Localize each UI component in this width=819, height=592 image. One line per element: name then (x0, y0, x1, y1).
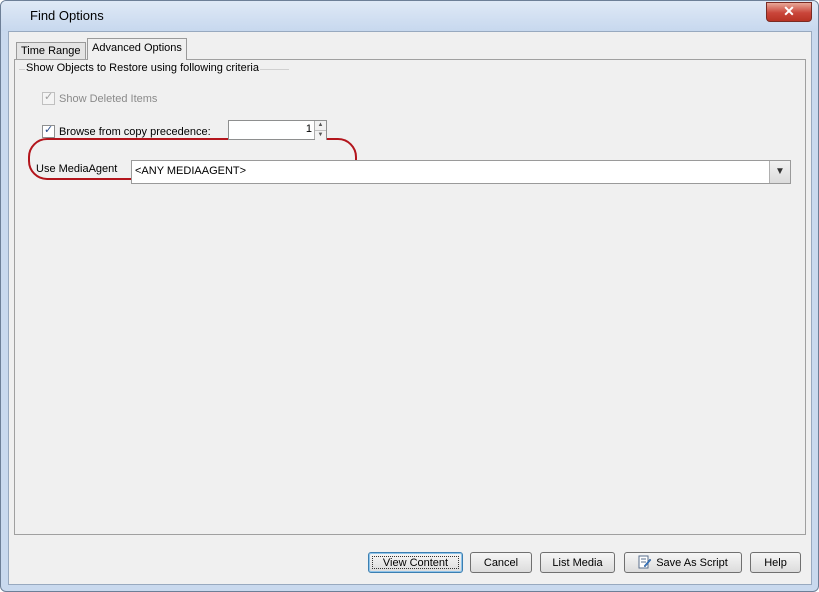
chevron-down-icon[interactable]: ▼ (769, 161, 790, 183)
browse-copy-label: Browse from copy precedence: (59, 125, 211, 138)
show-deleted-row: ✓ Show Deleted Items (42, 91, 158, 105)
spinner-buttons: ▲ ▼ (314, 121, 326, 140)
save-as-script-label: Save As Script (656, 557, 728, 569)
show-deleted-checkbox[interactable]: ✓ (42, 91, 55, 105)
spin-up-icon[interactable]: ▲ (315, 121, 326, 131)
help-button[interactable]: Help (750, 552, 801, 573)
cancel-button[interactable]: Cancel (470, 552, 532, 573)
checkbox-tick-icon: ✓ (44, 124, 54, 136)
title-bar[interactable]: Find Options ✕ (1, 1, 818, 31)
save-as-script-button[interactable]: Save As Script (624, 552, 742, 573)
view-content-button[interactable]: View Content (368, 552, 463, 573)
mediaagent-select[interactable]: <ANY MEDIAAGENT> ▼ (131, 160, 791, 184)
copy-precedence-value[interactable]: 1 (306, 123, 312, 135)
close-icon: ✕ (783, 3, 795, 19)
criteria-group-title: Show Objects to Restore using following … (25, 62, 260, 74)
window-title: Find Options (30, 8, 104, 23)
dialog-body: Time Range Advanced Options Show Objects… (8, 31, 812, 585)
close-button[interactable]: ✕ (766, 2, 812, 22)
browse-copy-row: ✓ Browse from copy precedence: (42, 124, 211, 138)
checkbox-tick-icon: ✓ (44, 91, 54, 103)
tab-advanced-options[interactable]: Advanced Options (87, 38, 187, 60)
find-options-window: Find Options ✕ Time Range Advanced Optio… (0, 0, 819, 592)
tab-time-range[interactable]: Time Range (16, 42, 86, 59)
script-icon (638, 555, 652, 569)
show-deleted-label: Show Deleted Items (59, 92, 158, 105)
browse-copy-checkbox[interactable]: ✓ (42, 124, 55, 138)
use-mediaagent-label: Use MediaAgent (36, 163, 118, 175)
focus-ring (372, 556, 459, 569)
list-media-button[interactable]: List Media (540, 552, 615, 573)
spin-down-icon[interactable]: ▼ (315, 131, 326, 140)
advanced-options-panel: Show Objects to Restore using following … (14, 59, 806, 535)
copy-precedence-spinner[interactable]: 1 ▲ ▼ (228, 120, 327, 140)
mediaagent-selected-value: <ANY MEDIAAGENT> (135, 165, 247, 177)
